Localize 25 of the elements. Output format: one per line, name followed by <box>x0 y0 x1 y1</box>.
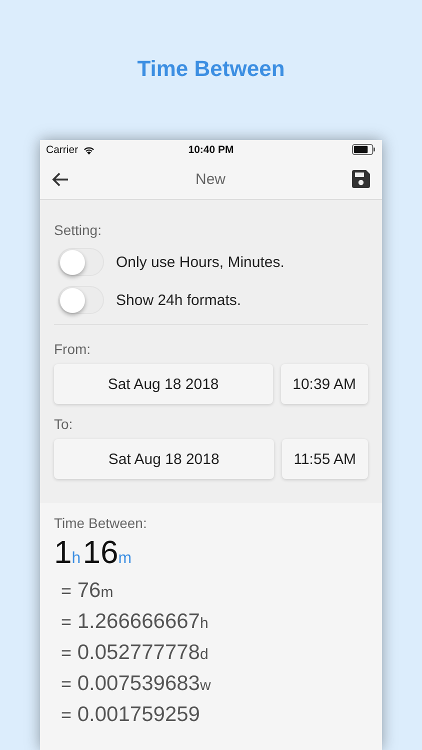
toggle-switch[interactable] <box>58 248 104 276</box>
toggle-label: Show 24h formats. <box>116 292 242 308</box>
conversion-value: = 0.007539683w <box>60 671 212 697</box>
date-picker-button[interactable]: Sat Aug 18 2018 <box>54 439 274 479</box>
conversion-value: = 0.001759259 <box>60 702 201 728</box>
section-label: Setting: <box>54 222 102 238</box>
carrier-label: Carrier <box>46 144 78 156</box>
result-label: Time Between: <box>54 515 148 531</box>
conversion-value: = 0.052777778d <box>60 640 210 666</box>
time-picker-button[interactable]: 10:39 AM <box>280 364 368 404</box>
app-title: Time Between <box>137 55 285 82</box>
back-arrow-icon <box>52 172 69 186</box>
duration-value: 1h 16m <box>54 535 133 572</box>
conversion-value: = 1.266666667h <box>60 609 210 635</box>
field-label: To: <box>54 416 74 432</box>
date-picker-button[interactable]: Sat Aug 18 2018 <box>54 364 273 404</box>
time-picker-button[interactable]: 11:55 AM <box>282 439 368 479</box>
toggle-label: Only use Hours, Minutes. <box>116 254 284 270</box>
toggle-switch[interactable] <box>58 286 104 314</box>
battery-icon <box>352 144 376 155</box>
conversion-value: = 76m <box>60 578 114 604</box>
wifi-icon <box>82 144 96 154</box>
status-time: 10:40 PM <box>188 144 234 156</box>
nav-title: New <box>195 170 226 188</box>
field-label: From: <box>54 341 92 357</box>
